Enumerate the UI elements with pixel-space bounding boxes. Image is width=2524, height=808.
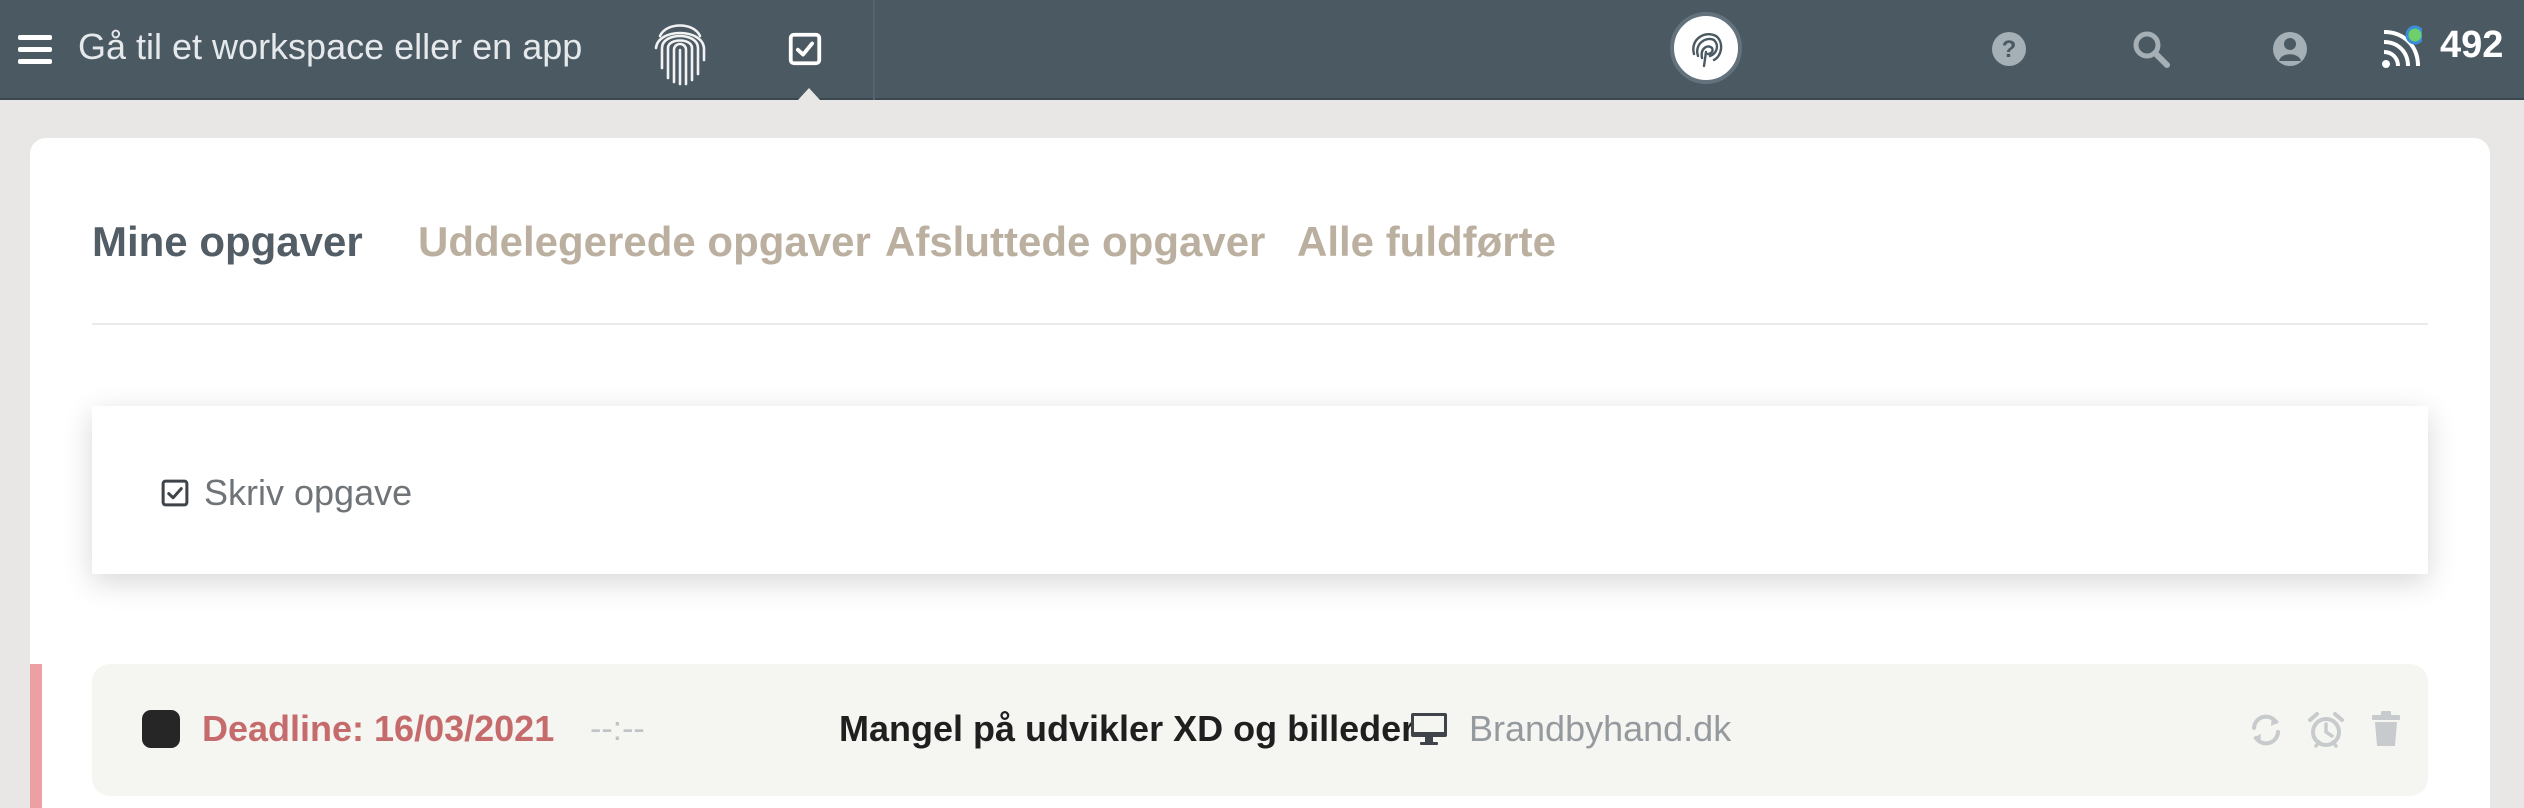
- task-title[interactable]: Mangel på udvikler XD og billeder: [839, 708, 1415, 750]
- new-task-placeholder: Skriv opgave: [204, 472, 413, 513]
- svg-text:?: ?: [2002, 36, 2017, 63]
- activity-feed-icon[interactable]: [2380, 24, 2422, 70]
- checkbox-tasks-icon: [788, 32, 822, 66]
- tabs-divider: [92, 323, 2428, 325]
- hamburger-menu-icon[interactable]: [18, 33, 54, 65]
- topbar-divider: [873, 0, 875, 100]
- active-tab-caret: [798, 88, 820, 100]
- tab-my-tasks[interactable]: Mine opgaver: [92, 218, 363, 266]
- repeat-icon[interactable]: [2246, 710, 2286, 750]
- notification-count[interactable]: 492: [2440, 24, 2503, 67]
- checkbox-icon: [161, 479, 189, 507]
- priority-indicator: [30, 664, 42, 808]
- brand-logo-icon[interactable]: [1670, 12, 1742, 84]
- tab-completed-tasks[interactable]: Afsluttede opgaver: [885, 218, 1265, 266]
- tab-delegated-tasks[interactable]: Uddelegerede opgaver: [418, 218, 871, 266]
- fingerprint-icon[interactable]: [648, 14, 712, 88]
- top-navigation-bar: Gå til et workspace eller en app ? 492: [0, 0, 2524, 100]
- task-complete-checkbox[interactable]: [142, 710, 180, 748]
- task-time[interactable]: --:--: [590, 710, 645, 749]
- help-icon[interactable]: ?: [1990, 30, 2028, 68]
- search-icon[interactable]: [2132, 30, 2170, 68]
- tasks-app-tab[interactable]: [760, 0, 856, 100]
- task-deadline: Deadline: 16/03/2021: [202, 708, 555, 749]
- task-row[interactable]: Deadline: 16/03/2021 --:-- Mangel på udv…: [92, 664, 2428, 796]
- tasks-panel: Mine opgaver Uddelegerede opgaver Afslut…: [30, 138, 2490, 808]
- alarm-clock-icon[interactable]: [2306, 710, 2346, 750]
- monitor-icon: [1411, 713, 1447, 745]
- workspace-search-label[interactable]: Gå til et workspace eller en app: [78, 26, 582, 68]
- new-task-input[interactable]: Skriv opgave: [92, 406, 2428, 574]
- task-project-link[interactable]: Brandbyhand.dk: [1469, 708, 1731, 750]
- trash-icon[interactable]: [2368, 710, 2404, 748]
- tab-all-finished[interactable]: Alle fuldførte: [1297, 218, 1556, 266]
- user-profile-icon[interactable]: [2271, 30, 2309, 68]
